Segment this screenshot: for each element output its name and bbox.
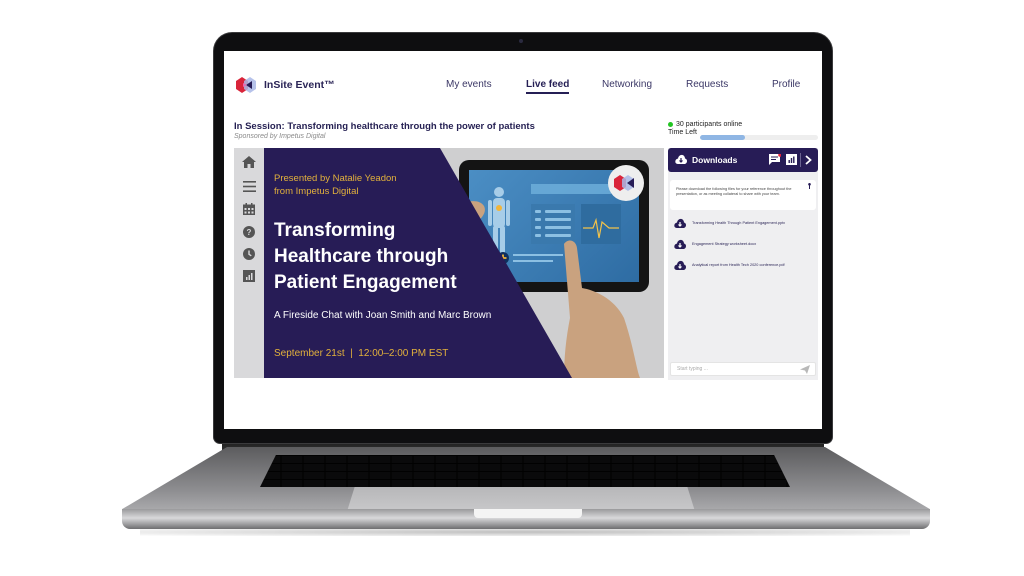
downloads-panel: Downloads Please download the following … xyxy=(668,148,818,380)
download-item[interactable]: Analytical report from Health Tech 2020 … xyxy=(674,260,785,270)
laptop-lid: InSite Event™ My events Live feed Networ… xyxy=(214,33,832,443)
download-item[interactable]: Engagement Strategy worksheet.docx xyxy=(674,239,756,249)
lid-notch xyxy=(474,509,582,518)
panel-title: Downloads xyxy=(692,155,738,165)
pin-icon[interactable] xyxy=(808,183,811,189)
panel-header: Downloads xyxy=(668,148,818,172)
cloud-download-icon xyxy=(674,260,686,270)
download-item[interactable]: Transforming Health Through Patient Enga… xyxy=(674,218,785,228)
camera-icon xyxy=(519,39,523,43)
svg-text:?: ? xyxy=(247,228,252,237)
cloud-download-icon xyxy=(675,154,687,164)
slide-presenter: Presented by Natalie Yeadon from Impetus… xyxy=(274,172,397,198)
help-icon[interactable]: ? xyxy=(241,224,257,240)
presenter-org: from Impetus Digital xyxy=(274,186,359,197)
time-left-progress xyxy=(700,135,818,140)
send-icon[interactable] xyxy=(800,365,810,374)
top-nav: InSite Event™ My events Live feed Networ… xyxy=(224,51,822,95)
session-sidebar: ? xyxy=(234,148,264,378)
chart-icon[interactable] xyxy=(241,268,257,284)
clock-icon[interactable] xyxy=(241,246,257,262)
app-name: InSite Event™ xyxy=(264,79,335,91)
presenter-name: Presented by Natalie Yeadon xyxy=(274,173,397,184)
slide-title-line: Transforming xyxy=(274,220,396,241)
notice-text: Please download the following files for … xyxy=(676,187,792,196)
downloads-notice: Please download the following files for … xyxy=(670,180,816,210)
nav-networking[interactable]: Networking xyxy=(602,79,652,90)
chat-icon[interactable] xyxy=(769,154,781,165)
session-sponsor: Sponsored by Impetus Digital xyxy=(234,133,326,140)
nav-profile[interactable]: Profile xyxy=(772,79,800,90)
calendar-icon[interactable] xyxy=(241,201,257,217)
poll-icon[interactable] xyxy=(786,154,797,165)
chat-input[interactable]: Start typing ... xyxy=(670,362,816,376)
nav-requests[interactable]: Requests xyxy=(686,79,728,90)
menu-icon[interactable] xyxy=(241,178,257,194)
participants-count: 30 participants online xyxy=(676,121,743,128)
chevron-right-icon[interactable] xyxy=(805,155,812,165)
logo-icon xyxy=(236,77,256,93)
app-screen: InSite Event™ My events Live feed Networ… xyxy=(224,51,822,429)
download-file-name[interactable]: Transforming Health Through Patient Enga… xyxy=(692,221,785,225)
app-logo[interactable]: InSite Event™ xyxy=(236,77,335,93)
presentation-slide: Presented by Natalie Yeadon from Impetus… xyxy=(264,148,664,378)
chat-input-placeholder: Start typing ... xyxy=(677,366,708,372)
cloud-download-icon xyxy=(674,239,686,249)
laptop-base xyxy=(122,447,930,529)
slide-title-line: Healthcare through xyxy=(274,246,449,267)
download-file-name[interactable]: Analytical report from Health Tech 2020 … xyxy=(692,263,785,267)
slide-date: September 21st | 12:00–2:00 PM EST xyxy=(274,348,449,359)
header-divider xyxy=(800,153,801,167)
laptop-mockup: InSite Event™ My events Live feed Networ… xyxy=(0,0,1024,576)
laptop-shadow xyxy=(140,528,910,536)
cloud-download-icon xyxy=(674,218,686,228)
slide-title: Transforming Healthcare through Patient … xyxy=(274,218,457,296)
keyboard xyxy=(260,455,790,487)
session-title: In Session: Transforming healthcare thro… xyxy=(234,121,535,132)
slide-subtitle: A Fireside Chat with Joan Smith and Marc… xyxy=(274,310,492,321)
online-indicator-icon xyxy=(668,122,673,127)
time-left-label: Time Left xyxy=(668,129,697,136)
time-left-progress-fill xyxy=(700,135,745,140)
download-file-name[interactable]: Engagement Strategy worksheet.docx xyxy=(692,242,756,246)
nav-my-events[interactable]: My events xyxy=(446,79,492,90)
participants-status: 30 participants online xyxy=(668,121,742,128)
slide-title-line: Patient Engagement xyxy=(274,272,457,293)
nav-live-feed[interactable]: Live feed xyxy=(526,79,570,94)
home-icon[interactable] xyxy=(241,154,257,170)
